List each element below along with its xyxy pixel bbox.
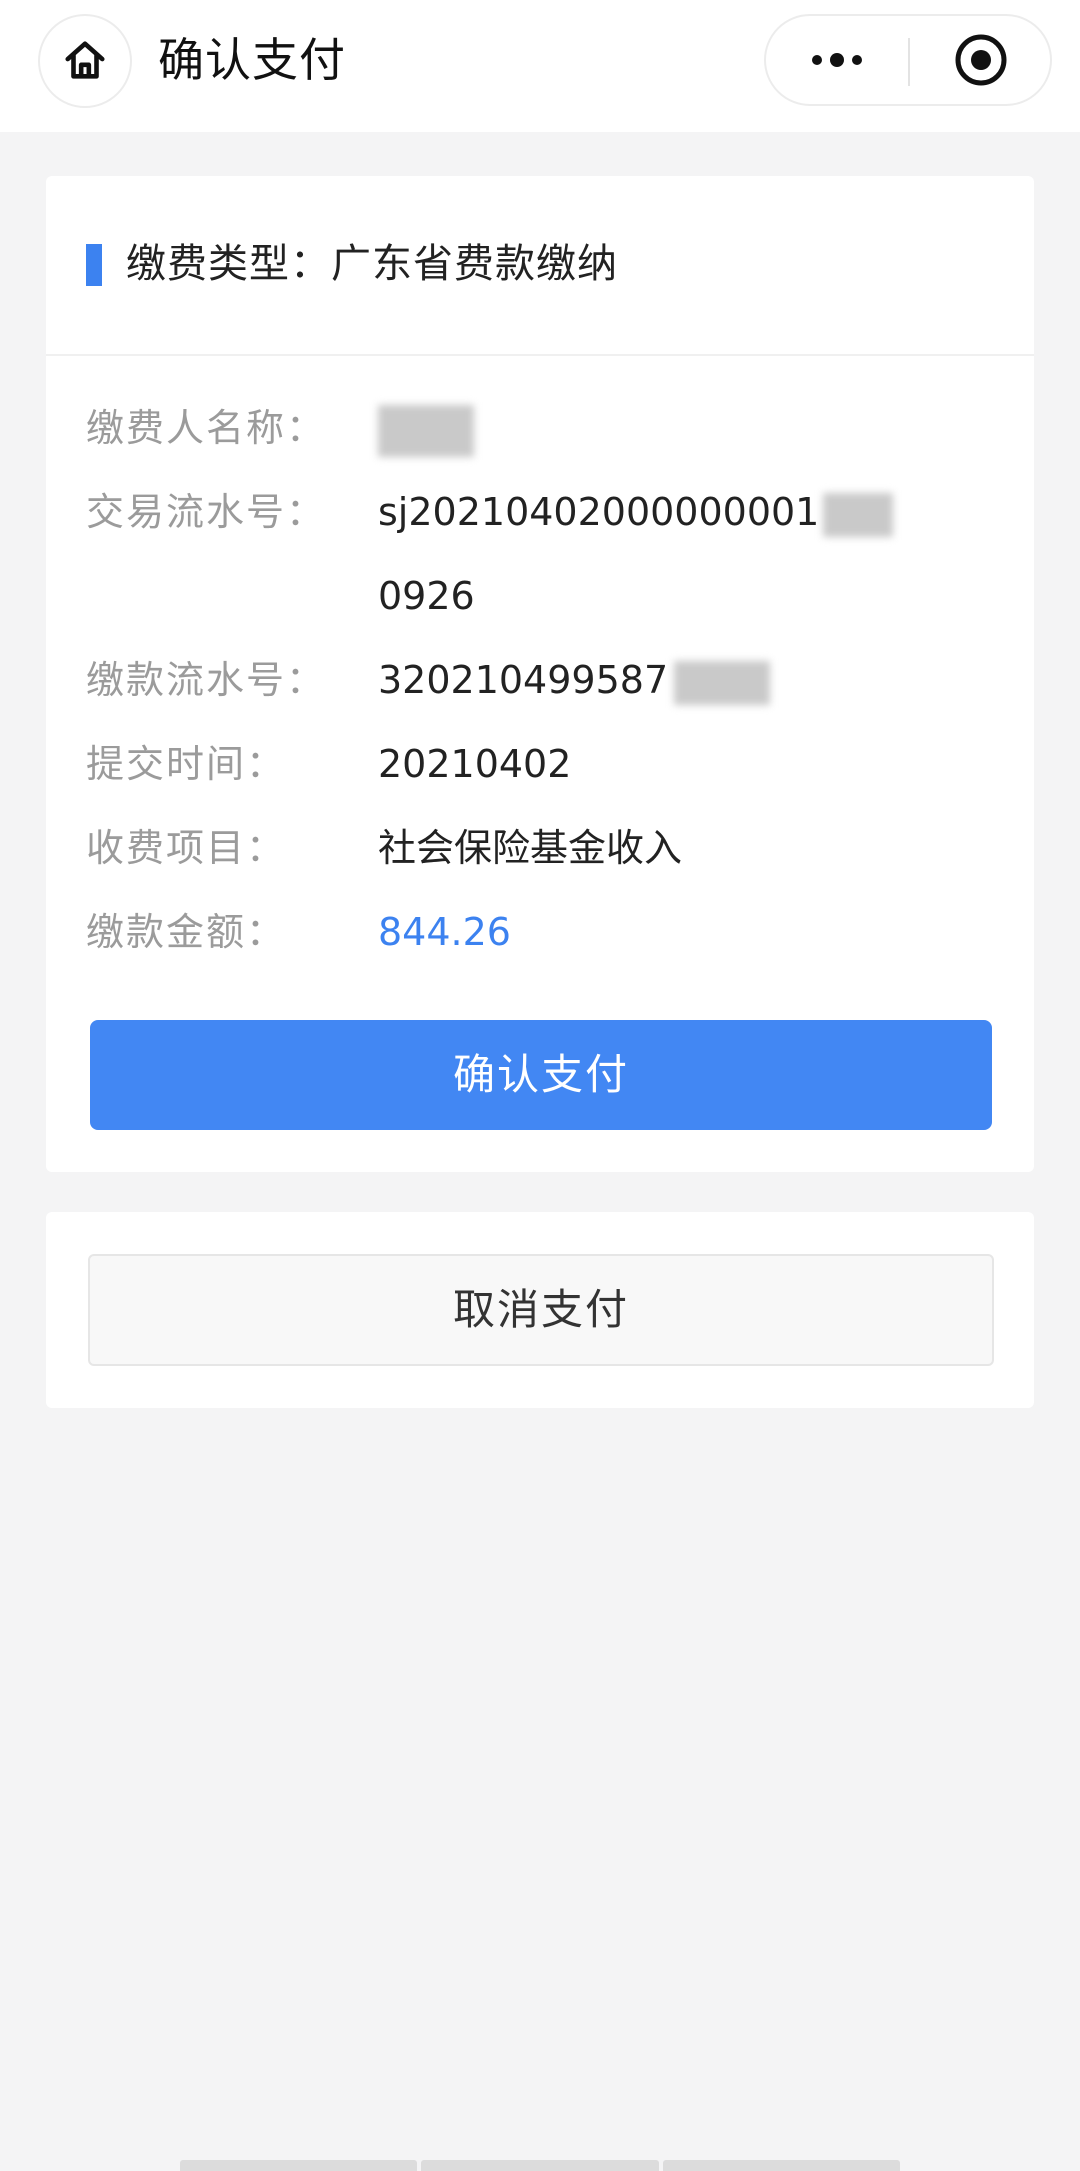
row-label: 交易流水号： [86,490,327,534]
redacted-mark [378,404,474,457]
payment-serial-text: 320210499587 [378,658,669,702]
more-button[interactable] [766,16,908,104]
fee-item-value: 社会保险基金收入 [378,826,683,870]
row-label: 提交时间： [86,742,287,786]
transaction-no-value: sj20210402000000001 0926 [378,484,998,624]
row-label: 缴款金额： [86,910,287,954]
payment-type-header: 缴费类型：广东省费款缴纳 [46,176,1034,356]
page-title: 确认支付 [158,33,346,87]
redacted-mark [674,660,771,705]
bottom-bar-segment [662,2160,900,2171]
bottom-bar-segment [180,2160,418,2171]
bottom-bar-segment [421,2160,659,2171]
transaction-no-line2: 0926 [378,574,475,618]
amount-value: 844.26 [378,910,511,954]
accent-bar [86,244,102,286]
miniprogram-capsule [764,14,1052,106]
payment-type-label: 缴费类型：广东省费款缴纳 [126,241,618,287]
row-label: 收费项目： [86,826,287,870]
transaction-no-line1: sj20210402000000001 [378,490,820,534]
cancel-card: 取消支付 [46,1212,1034,1408]
home-icon [65,41,105,79]
submit-time-value: 20210402 [378,742,572,786]
home-button[interactable] [38,14,132,108]
payment-info-card: 缴费类型：广东省费款缴纳 缴费人名称： 交易流水号： sj20210402000… [46,176,1034,1172]
close-miniprogram-button[interactable] [910,16,1052,104]
more-dots-icon [812,53,862,67]
payer-name-value [378,400,998,457]
payment-serial-value: 320210499587 [378,652,998,708]
row-label: 缴费人名称： [86,406,327,450]
row-label: 缴款流水号： [86,658,327,702]
redacted-mark [823,492,894,537]
cancel-payment-button[interactable]: 取消支付 [88,1254,994,1366]
confirm-payment-button[interactable]: 确认支付 [90,1020,992,1130]
bottom-bar [180,2160,900,2171]
top-navbar: 确认支付 [0,0,1080,132]
target-circle-icon [955,34,1007,86]
